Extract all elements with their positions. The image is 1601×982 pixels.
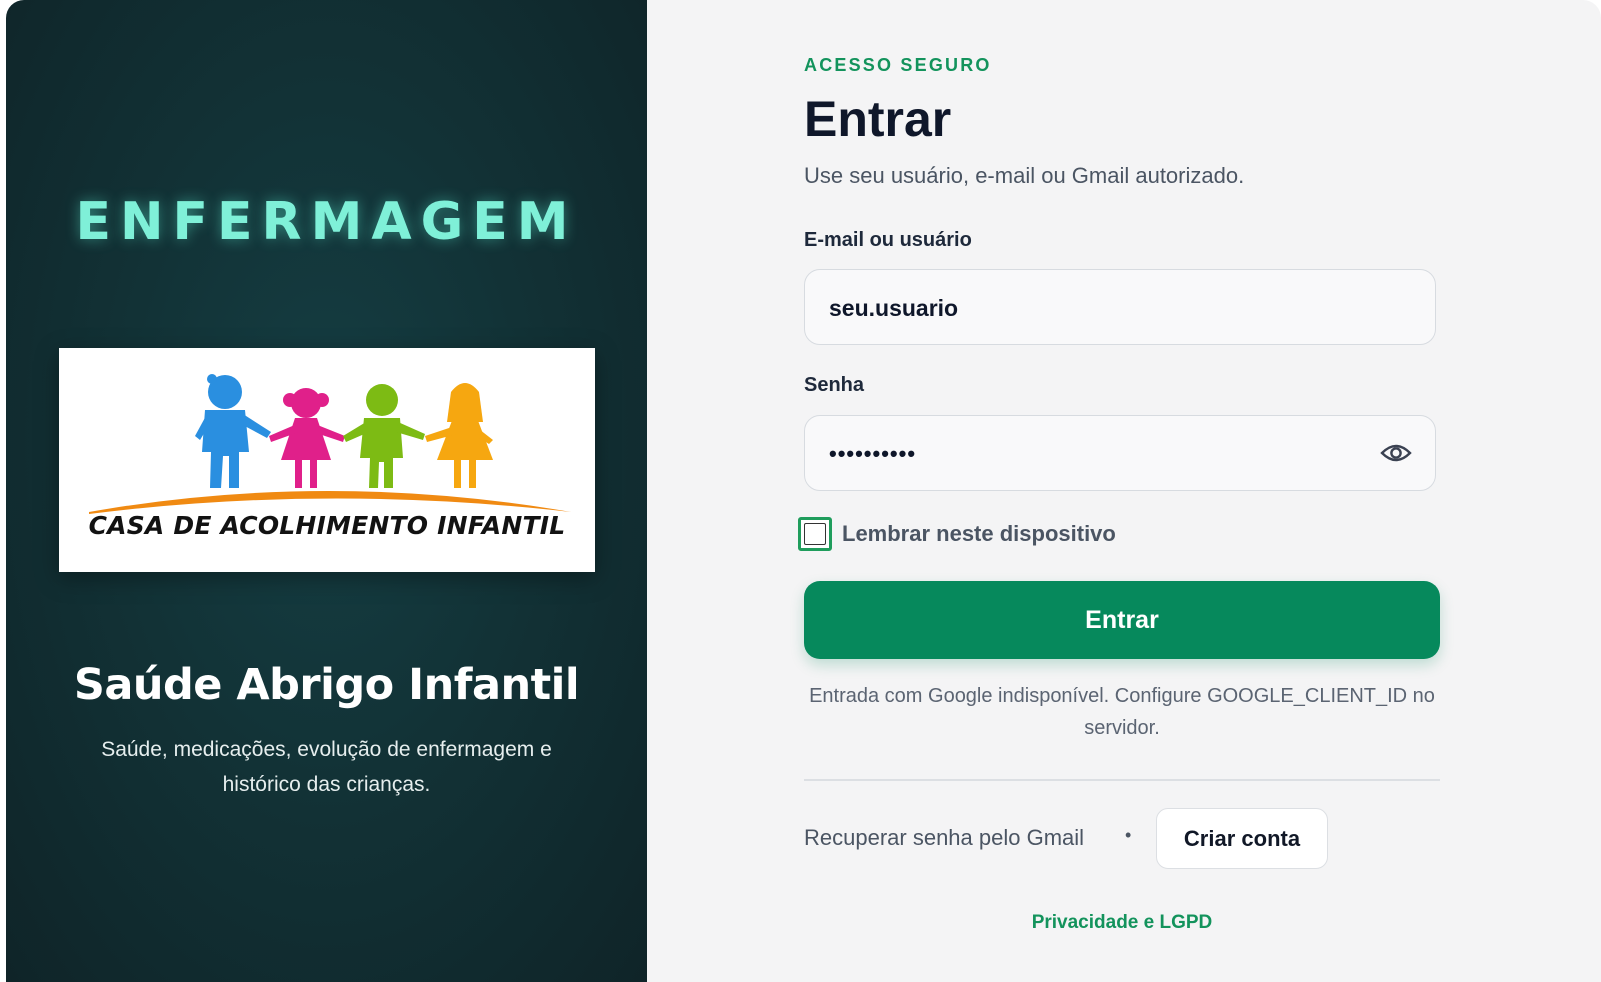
password-input[interactable] xyxy=(827,416,1371,492)
privacy-link[interactable]: Privacidade e LGPD xyxy=(804,912,1440,934)
login-panel: ACESSO SEGURO Entrar Use seu usuário, e-… xyxy=(647,0,1601,982)
user-field-label: E-mail ou usuário xyxy=(804,229,972,251)
child-figure-pink xyxy=(269,388,345,488)
app-frame: ENFERMAGEM CASA DE ACOLHIMENTO INFANTIL … xyxy=(6,0,1601,982)
password-field-label: Senha xyxy=(804,374,865,396)
separator-dot: • xyxy=(1125,825,1132,845)
organization-logo: CASA DE ACOLHIMENTO INFANTIL xyxy=(59,348,595,572)
create-account-button[interactable]: Criar conta xyxy=(1156,808,1328,869)
app-name: Saúde Abrigo Infantil xyxy=(73,660,580,710)
child-figure-blue xyxy=(195,374,271,488)
divider xyxy=(804,779,1440,781)
page-title: Entrar xyxy=(804,91,952,147)
login-button[interactable]: Entrar xyxy=(804,581,1440,659)
child-figure-orange xyxy=(425,383,493,488)
eye-icon[interactable] xyxy=(1379,438,1413,468)
recover-password-link[interactable]: Recuperar senha pelo Gmail xyxy=(804,825,1084,851)
google-unavailable-note: Entrada com Google indisponível. Configu… xyxy=(809,685,1435,739)
remember-checkbox[interactable] xyxy=(798,517,832,551)
brand-panel: ENFERMAGEM CASA DE ACOLHIMENTO INFANTIL … xyxy=(6,0,647,982)
remember-device[interactable]: Lembrar neste dispositivo xyxy=(798,517,1116,551)
login-instructions: Use seu usuário, e-mail ou Gmail autoriz… xyxy=(804,163,1245,188)
app-description: Saúde, medicações, evolução de enfermage… xyxy=(101,738,552,796)
remember-label: Lembrar neste dispositivo xyxy=(842,521,1116,546)
password-field xyxy=(804,415,1436,492)
user-input[interactable] xyxy=(827,270,1371,346)
logo-caption: CASA DE ACOLHIMENTO INFANTIL xyxy=(88,511,566,540)
user-field xyxy=(804,269,1436,346)
brand-title: ENFERMAGEM xyxy=(75,192,578,252)
child-figure-green xyxy=(343,384,425,488)
secure-access-label: ACESSO SEGURO xyxy=(804,55,992,75)
